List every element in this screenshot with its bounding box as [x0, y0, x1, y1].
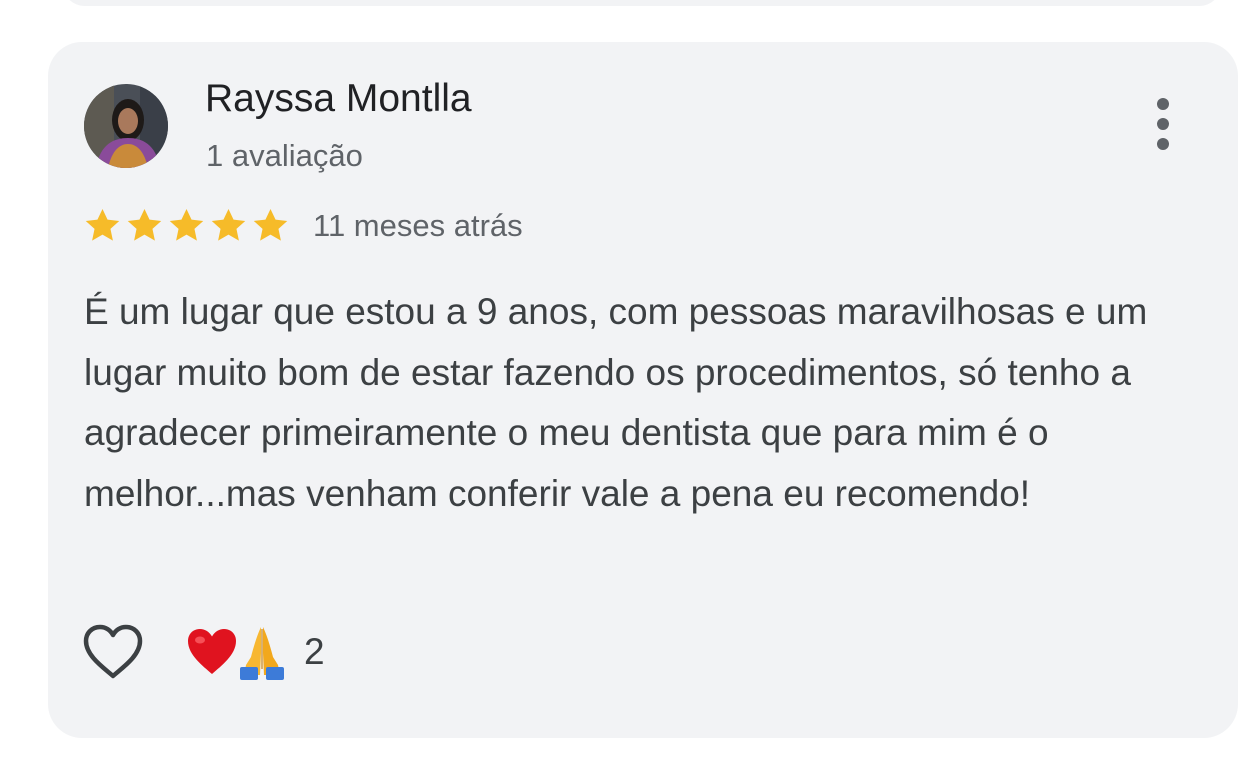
star-rating: [83, 206, 290, 246]
reaction-count: 2: [304, 631, 325, 672]
review-card: Rayssa Montlla 1 avaliação 11 meses atrá…: [48, 42, 1238, 738]
review-time: 11 meses atrás: [313, 208, 523, 243]
star-icon: [85, 208, 120, 241]
star-icon: [169, 208, 204, 241]
more-vert-icon[interactable]: [1148, 96, 1178, 152]
star-icon: [253, 208, 288, 241]
review-text: É um lugar que estou a 9 anos, com pesso…: [84, 291, 1148, 514]
reactions-summary[interactable]: 2: [186, 622, 325, 682]
star-icon: [211, 208, 246, 241]
author-name[interactable]: Rayssa Montlla: [205, 77, 472, 121]
avatar[interactable]: [84, 84, 168, 168]
star-icon: [127, 208, 162, 241]
red-heart-icon: [188, 629, 236, 674]
author-review-count: 1 avaliação: [206, 138, 363, 173]
previous-review-card: [62, 0, 1222, 6]
folded-hands-icon: [240, 627, 284, 680]
heart-outline-icon[interactable]: [82, 624, 144, 680]
